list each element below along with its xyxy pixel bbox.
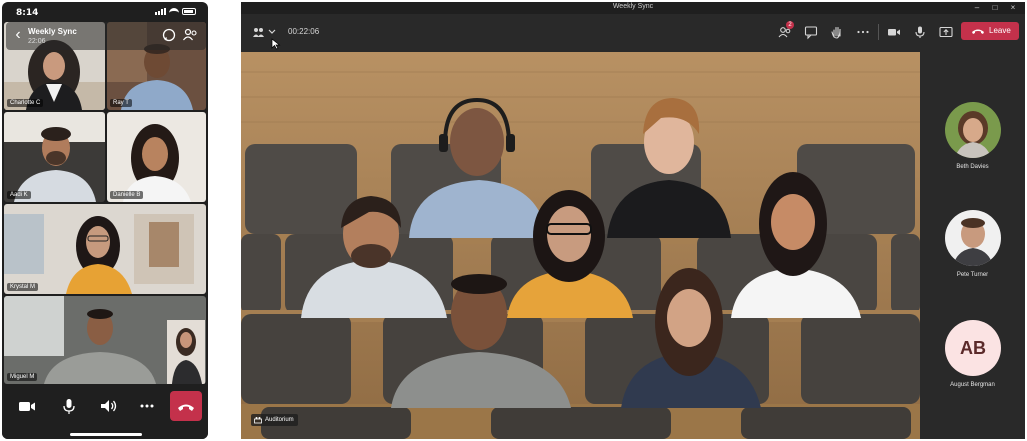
participants-badge: 2: [786, 21, 794, 29]
participant-name: Pete Turner: [956, 272, 989, 278]
participant-name: August Bergman: [950, 382, 995, 388]
participant-avatar-beth[interactable]: [945, 102, 1001, 158]
people-icon[interactable]: [182, 28, 198, 42]
minimize-icon[interactable]: –: [971, 3, 983, 12]
more-icon[interactable]: [136, 395, 158, 417]
participant-tile-krystal[interactable]: Krystal M: [4, 204, 206, 294]
avatar-initials: AB: [960, 338, 986, 358]
back-icon[interactable]: ‹: [10, 27, 26, 45]
participant-avatar-pete[interactable]: [945, 210, 1001, 266]
status-icons: [155, 8, 196, 15]
wifi-icon: [169, 8, 179, 15]
raise-hand-icon[interactable]: [829, 24, 845, 40]
meeting-timer: 00:22:06: [288, 27, 320, 36]
together-mode-stage: Auditorium: [241, 52, 920, 439]
signal-icon: [155, 8, 166, 15]
participant-name: Charlotte C: [7, 99, 44, 107]
camera-icon[interactable]: [886, 24, 902, 40]
mouse-cursor-icon: [271, 38, 281, 50]
participant-tile-miguel[interactable]: Miguel M: [4, 296, 206, 384]
toolbar-divider: [878, 24, 879, 40]
meeting-title: Weekly Sync: [28, 27, 77, 36]
status-time: 8:14: [16, 8, 39, 18]
participant-avatar-august[interactable]: AB: [945, 320, 1001, 376]
together-mode-icon: [254, 417, 262, 424]
more-actions-icon[interactable]: [855, 24, 871, 40]
participant-name: Danielle B: [110, 191, 144, 199]
leave-label: Leave: [989, 26, 1011, 35]
participant-tile-aadi[interactable]: Aadi K: [4, 112, 105, 202]
avatar: [945, 102, 1001, 158]
chat-icon[interactable]: [162, 28, 176, 42]
meeting-toolbar: 00:22:06 2 Leave: [241, 14, 1025, 50]
chat-icon[interactable]: [803, 24, 819, 40]
avatar: [945, 210, 1001, 266]
call-duration: 22:06: [28, 38, 46, 45]
call-header: ‹ Weekly Sync 22:06: [6, 22, 206, 50]
participant-video: [4, 296, 206, 384]
window-title: Weekly Sync: [612, 3, 654, 10]
mic-icon[interactable]: [912, 24, 928, 40]
title-bar: Weekly Sync – □ ×: [241, 2, 1025, 14]
participant-name: Miguel M: [7, 373, 38, 381]
participants-rail: Beth Davies Pete Turner AB August Bergma…: [920, 52, 1025, 439]
auditorium-scene: [241, 52, 920, 439]
desktop-teams-window: Weekly Sync – □ × 00:22:06 2 Leave Audit…: [241, 2, 1025, 439]
mic-icon[interactable]: [58, 395, 80, 417]
scene-label-text: Auditorium: [265, 417, 294, 423]
end-call-button[interactable]: [170, 391, 202, 421]
participant-name: Ray T: [110, 99, 132, 107]
participant-video: [4, 204, 206, 294]
participants-button[interactable]: 2: [777, 21, 794, 40]
call-controls: [2, 387, 208, 439]
hang-up-icon: [972, 29, 984, 34]
scene-label: Auditorium: [251, 414, 298, 426]
close-icon[interactable]: ×: [1007, 3, 1019, 12]
screenshot-root: 8:14 Charlotte C Ray T Aadi K Danielle B…: [0, 0, 1027, 441]
speaker-icon[interactable]: [97, 395, 119, 417]
share-screen-icon[interactable]: [938, 24, 954, 40]
participant-name: Aadi K: [7, 191, 31, 199]
participant-video: [4, 112, 105, 202]
hang-up-icon: [178, 404, 194, 411]
participant-name: Beth Davies: [956, 164, 989, 170]
video-icon[interactable]: [16, 395, 38, 417]
participant-tile-danielle[interactable]: Danielle B: [107, 112, 206, 202]
participant-name: Krystal M: [7, 283, 39, 291]
together-mode-icon[interactable]: [251, 25, 277, 39]
leave-button[interactable]: Leave: [961, 22, 1019, 40]
mobile-teams-app: 8:14 Charlotte C Ray T Aadi K Danielle B…: [2, 2, 208, 439]
battery-icon: [182, 8, 196, 15]
home-indicator: [70, 433, 142, 436]
maximize-icon[interactable]: □: [989, 3, 1001, 12]
participant-video: [107, 112, 206, 202]
status-bar: 8:14: [2, 2, 208, 22]
